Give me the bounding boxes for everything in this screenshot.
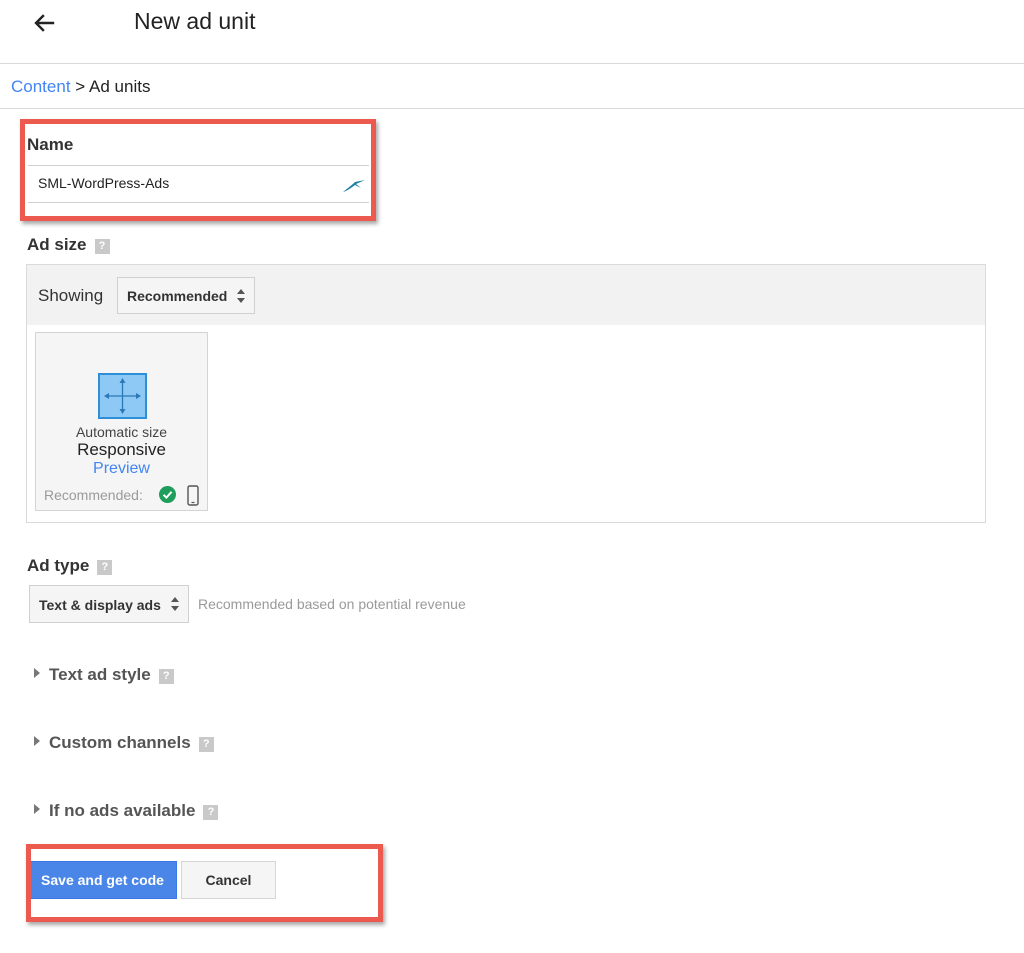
ad-type-value: Text & display ads	[39, 597, 161, 613]
ad-type-text: Ad type	[27, 556, 90, 575]
help-icon[interactable]: ?	[203, 805, 219, 820]
top-bar: New ad unit	[0, 0, 1024, 64]
expander-label: Text ad style	[49, 665, 151, 684]
caret-right-icon	[34, 736, 40, 746]
breadcrumb-separator: >	[75, 77, 86, 96]
ad-type-label: Ad type?	[27, 556, 113, 576]
page-title: New ad unit	[134, 8, 256, 34]
name-input[interactable]	[38, 175, 328, 191]
responsive-size-card[interactable]: Automatic size Responsive Preview Recomm…	[35, 332, 208, 511]
automatic-size-label: Automatic size	[75, 424, 168, 440]
caret-right-icon	[34, 804, 40, 814]
help-icon[interactable]: ?	[158, 669, 174, 684]
help-icon[interactable]: ?	[198, 737, 214, 752]
showing-select-value: Recommended	[127, 288, 228, 304]
arrow-left-icon[interactable]	[30, 8, 60, 38]
breadcrumb-current: Ad units	[89, 77, 151, 96]
preview-link[interactable]: Preview	[36, 460, 207, 478]
help-icon[interactable]: ?	[97, 560, 113, 575]
sort-arrows-icon	[237, 288, 245, 303]
ad-size-panel: Showing Recommended Automatic size Respo…	[26, 264, 986, 523]
ad-size-header: Showing Recommended	[27, 265, 985, 325]
ad-size-text: Ad size	[27, 235, 87, 254]
breadcrumb: Content > Ad units	[0, 64, 1024, 109]
cancel-button[interactable]: Cancel	[181, 861, 276, 899]
if-no-ads-expander[interactable]: If no ads available?	[34, 801, 219, 821]
ad-size-label: Ad size?	[27, 235, 110, 255]
check-circle-icon	[159, 486, 176, 503]
save-and-get-code-button[interactable]: Save and get code	[28, 861, 177, 899]
ad-type-note: Recommended based on potential revenue	[198, 596, 466, 612]
text-ad-style-expander[interactable]: Text ad style?	[34, 665, 174, 685]
name-field[interactable]	[28, 165, 369, 203]
custom-channels-expander[interactable]: Custom channels?	[34, 733, 214, 753]
resize-arrows-icon	[98, 373, 147, 419]
name-label: Name	[27, 135, 74, 154]
caret-right-icon	[34, 668, 40, 678]
paper-plane-icon	[343, 180, 365, 192]
responsive-label: Responsive	[77, 440, 166, 459]
expander-label: Custom channels	[49, 733, 191, 752]
expander-label: If no ads available	[49, 801, 196, 820]
help-icon[interactable]: ?	[94, 239, 110, 254]
mobile-phone-icon	[187, 485, 199, 506]
showing-label: Showing	[38, 286, 104, 305]
ad-type-select[interactable]: Text & display ads	[29, 585, 189, 623]
recommended-label: Recommended:	[44, 487, 143, 503]
showing-select[interactable]: Recommended	[117, 277, 255, 314]
sort-arrows-icon	[171, 597, 179, 611]
breadcrumb-content-link[interactable]: Content	[11, 77, 71, 96]
